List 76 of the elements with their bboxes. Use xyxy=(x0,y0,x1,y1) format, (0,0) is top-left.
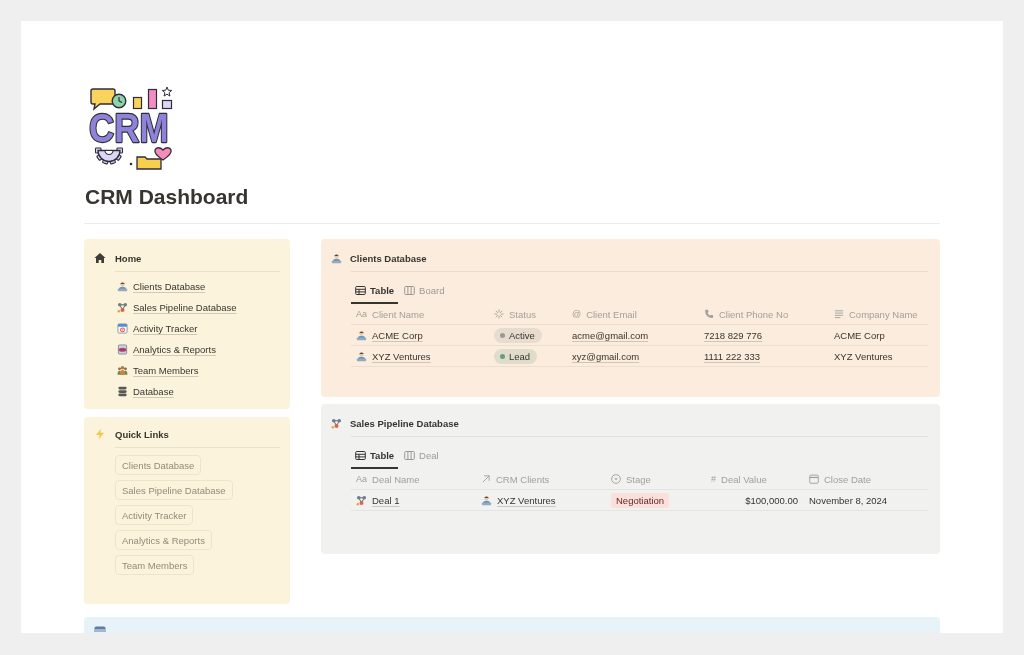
stage-tag: Negotiation xyxy=(611,492,670,508)
column-header: Deal Name xyxy=(372,473,420,485)
home-icon xyxy=(94,252,106,264)
person-laptop-icon xyxy=(356,350,367,362)
status-label: Active xyxy=(509,329,535,341)
column-header: Client Phone No xyxy=(719,308,789,320)
panel-title: Sales Pipeline Database xyxy=(350,417,459,429)
board-icon xyxy=(404,450,416,461)
column-header: Deal Value xyxy=(721,473,767,485)
table-cell: ACME Corp xyxy=(834,329,885,341)
network-icon xyxy=(117,302,128,313)
page-link[interactable]: XYZ Ventures xyxy=(372,350,431,362)
calendar-icon xyxy=(809,474,819,484)
star-icon xyxy=(161,86,173,97)
network-icon xyxy=(331,417,342,429)
view-tab[interactable]: Table xyxy=(351,279,399,304)
column-header: CRM Clients xyxy=(496,473,550,485)
table-icon xyxy=(355,285,366,296)
type-glyph-icon: @ xyxy=(572,309,582,319)
panel-title: Home xyxy=(115,252,142,264)
person-laptop-icon xyxy=(481,494,492,506)
status-icon xyxy=(494,309,504,319)
panel-title: Clients Database xyxy=(350,252,427,264)
page-link[interactable]: Analytics & Reports xyxy=(117,339,216,360)
page-link[interactable]: Deal 1 xyxy=(372,494,400,506)
page-link[interactable]: Sales Pipeline Database xyxy=(117,297,237,318)
page-link[interactable]: Database xyxy=(117,381,174,402)
view-tab[interactable]: Table xyxy=(351,444,399,469)
table-icon xyxy=(355,450,366,461)
table-cell: $100,000.00 xyxy=(745,494,798,506)
column-header: Stage xyxy=(626,473,651,485)
column-header: Status xyxy=(509,308,536,320)
logo-wordmark: CRM xyxy=(89,105,169,151)
page-link[interactable]: Clients Database xyxy=(117,276,206,297)
table-cell: XYZ Ventures xyxy=(834,350,893,362)
person-laptop-icon xyxy=(331,252,342,264)
relation-link[interactable]: XYZ Ventures xyxy=(497,494,556,506)
phone-link[interactable]: 7218 829 776 xyxy=(704,329,763,341)
bar-chart-icon xyxy=(132,88,173,110)
person-laptop-icon xyxy=(117,281,128,292)
column-header: Company Name xyxy=(849,308,918,320)
page-title: CRM Dashboard xyxy=(85,184,249,210)
type-glyph-icon: # xyxy=(711,474,716,484)
column-header: Client Email xyxy=(586,308,637,320)
clock-icon xyxy=(111,93,127,109)
people-group-icon xyxy=(117,365,128,376)
circle-caret-icon xyxy=(611,474,621,484)
tile-icon xyxy=(94,626,106,632)
table-cell: November 8, 2024 xyxy=(809,494,888,506)
status-label: Lead xyxy=(509,350,531,362)
dot-icon xyxy=(129,162,133,166)
page-link[interactable]: Team Members xyxy=(117,360,199,381)
panel-title: Quick Links xyxy=(115,428,169,440)
type-glyph-icon: Aa xyxy=(356,474,367,484)
phone-link[interactable]: 1111 222 333 xyxy=(704,350,760,362)
type-glyph-icon: Aa xyxy=(356,309,367,319)
column-header: Client Name xyxy=(372,308,425,320)
phone-icon xyxy=(704,309,714,319)
email-link[interactable]: acme@gmail.com xyxy=(572,329,649,341)
person-laptop-icon xyxy=(356,329,367,341)
page-link[interactable]: Activity Tracker xyxy=(117,318,198,339)
arrow-up-right-icon xyxy=(481,474,491,484)
gear-icon xyxy=(94,147,124,165)
calendar-target-icon xyxy=(117,323,128,334)
speech-bubble-icon xyxy=(90,88,116,110)
text-lines-icon xyxy=(834,309,844,319)
heart-icon xyxy=(154,147,172,161)
lightning-icon xyxy=(94,428,106,440)
network-icon xyxy=(356,494,367,506)
database-icon xyxy=(117,386,128,397)
column-header: Close Date xyxy=(824,473,871,485)
email-link[interactable]: xyz@gmail.com xyxy=(572,350,640,362)
folder-icon xyxy=(136,156,162,170)
page-link[interactable]: ACME Corp xyxy=(372,329,423,341)
board-icon xyxy=(404,285,416,296)
chart-tablet-icon xyxy=(117,344,128,355)
